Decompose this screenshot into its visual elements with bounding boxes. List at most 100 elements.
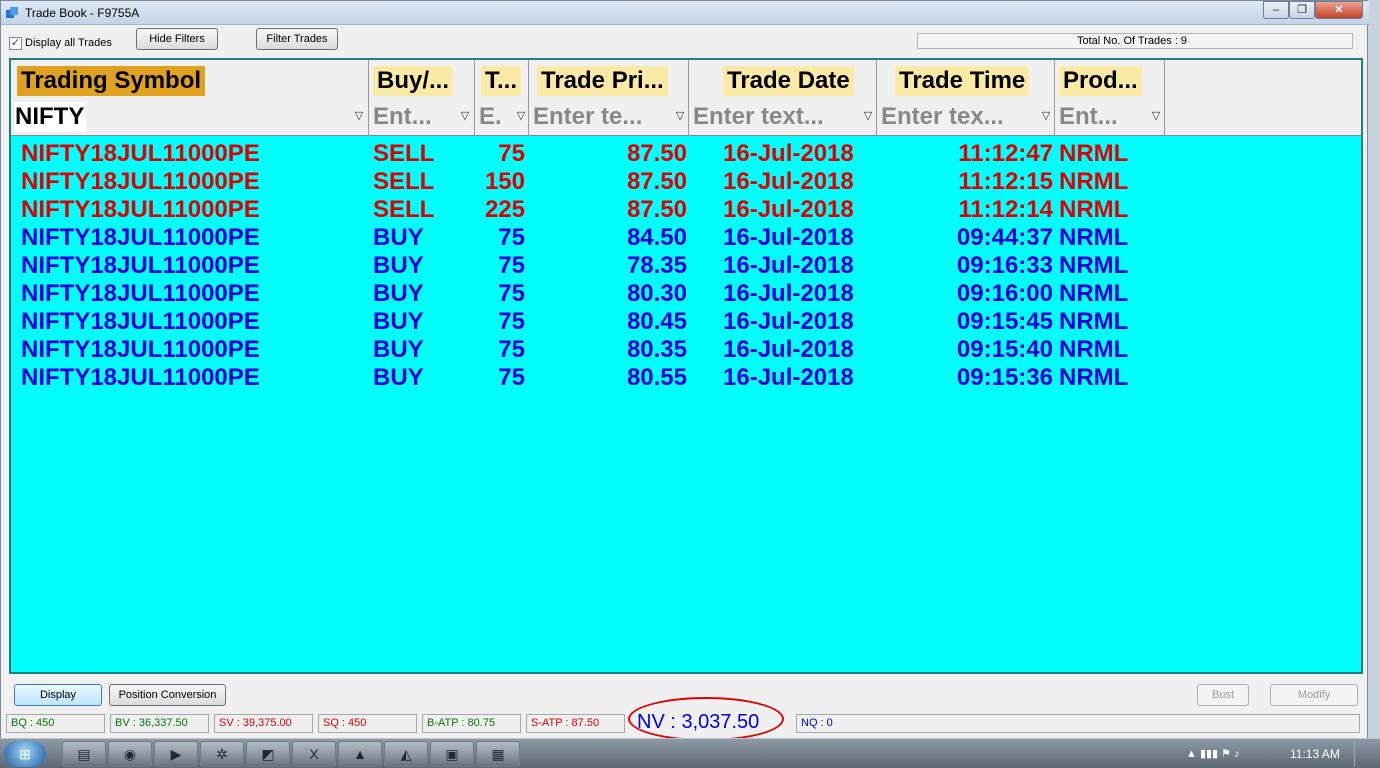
cell-symbol: NIFTY18JUL11000PE — [21, 196, 260, 223]
cell-price: 78.35 — [626, 252, 687, 279]
taskbar: ⊞ ▤ ◉ ▶ ✲ ◩ X ▲ ◭ ▣ ▦ ▲ ▮▮▮ ⚑ ♪ 11:13 AM — [0, 738, 1380, 768]
status-buy-qty: BQ : 450 — [6, 714, 105, 733]
filter-cell-date[interactable]: Enter text... ▽ — [689, 98, 877, 136]
filter-row: NIFTY ▽ Ent... ▽ E. ▽ Enter te... ▽ Ente… — [11, 98, 1361, 136]
cell-price: 87.50 — [626, 168, 687, 195]
cell-symbol: NIFTY18JUL11000PE — [21, 224, 260, 251]
cell-side: SELL — [373, 196, 435, 223]
cell-side: BUY — [373, 308, 424, 335]
position-conversion-button[interactable]: Position Conversion — [109, 684, 226, 706]
column-title-time: Trade Time — [895, 66, 1030, 96]
filter-input-time[interactable]: Enter tex... — [881, 102, 1004, 132]
filter-input-qty[interactable]: E. — [479, 102, 502, 132]
taskbar-app-8-icon[interactable]: ◭ — [384, 741, 428, 767]
window-title: Trade Book - F9755A — [25, 6, 140, 20]
filter-input-price[interactable]: Enter te... — [533, 102, 642, 132]
filter-funnel-icon[interactable]: ▽ — [459, 109, 471, 123]
column-header-price[interactable]: Trade Pri... — [529, 60, 689, 98]
filter-input-product[interactable]: Ent... — [1059, 102, 1118, 132]
filter-input-symbol[interactable]: NIFTY — [15, 102, 87, 132]
trades-grid: Trading Symbol Buy/... T... Trade Pri...… — [9, 58, 1363, 674]
filter-cell-price[interactable]: Enter te... ▽ — [529, 98, 689, 136]
column-header-time[interactable]: Trade Time — [877, 60, 1055, 98]
taskbar-app-9-icon[interactable]: ▣ — [430, 741, 474, 767]
filter-cell-product[interactable]: Ent... ▽ — [1055, 98, 1165, 136]
status-sell-value: SV : 39,375.00 — [214, 714, 313, 733]
trade-row[interactable]: NIFTY18JUL11000PE BUY 75 78.35 16-Jul-2018 09… — [11, 252, 1361, 280]
cell-product: NRML — [1059, 308, 1129, 335]
cell-product: NRML — [1059, 280, 1129, 307]
system-tray[interactable]: ▲ ▮▮▮ ⚑ ♪ — [1186, 747, 1240, 760]
trade-row[interactable]: NIFTY18JUL11000PE BUY 75 80.30 16-Jul-2018 09… — [11, 280, 1361, 308]
maximize-button[interactable]: ❐ — [1289, 1, 1315, 19]
trade-row[interactable]: NIFTY18JUL11000PE BUY 75 84.50 16-Jul-2018 09… — [11, 224, 1361, 252]
cell-time: 09:16:00 — [956, 280, 1053, 307]
taskbar-app-7-icon[interactable]: ▲ — [338, 741, 382, 767]
cell-symbol: NIFTY18JUL11000PE — [21, 308, 260, 335]
bust-button[interactable]: Bust — [1197, 684, 1249, 706]
filter-cell-side[interactable]: Ent... ▽ — [369, 98, 475, 136]
close-button[interactable]: ✕ — [1315, 1, 1363, 19]
taskbar-media-player-icon[interactable]: ▶ — [154, 741, 198, 767]
status-sell-qty: SQ : 450 — [318, 714, 417, 733]
cell-product: NRML — [1059, 140, 1129, 167]
column-header-product[interactable]: Prod... — [1055, 60, 1165, 98]
trade-row[interactable]: NIFTY18JUL11000PE SELL 150 87.50 16-Jul-2018… — [11, 168, 1361, 196]
trade-row[interactable]: NIFTY18JUL11000PE BUY 75 80.35 16-Jul-2018 09… — [11, 336, 1361, 364]
cell-symbol: NIFTY18JUL11000PE — [21, 252, 260, 279]
column-header-symbol[interactable]: Trading Symbol — [11, 60, 369, 98]
taskbar-app-5-icon[interactable]: ◩ — [246, 741, 290, 767]
show-desktop-button[interactable] — [1354, 741, 1368, 767]
filter-trades-button[interactable]: Filter Trades — [256, 28, 338, 50]
filter-cell-time[interactable]: Enter tex... ▽ — [877, 98, 1055, 136]
taskbar-excel-icon[interactable]: X — [292, 741, 336, 767]
clock[interactable]: 11:13 AM — [1290, 747, 1340, 761]
taskbar-chrome-icon[interactable]: ◉ — [108, 741, 152, 767]
trade-row[interactable]: NIFTY18JUL11000PE SELL 75 87.50 16-Jul-2018 1… — [11, 140, 1361, 168]
filter-funnel-icon[interactable]: ▽ — [862, 109, 874, 123]
display-all-label[interactable]: Display all Trades — [25, 37, 112, 49]
column-header-qty[interactable]: T... — [475, 60, 529, 98]
column-header-date[interactable]: Trade Date — [689, 60, 877, 98]
taskbar-explorer-icon[interactable]: ▤ — [62, 741, 106, 767]
filter-input-date[interactable]: Enter text... — [693, 102, 824, 132]
start-button[interactable]: ⊞ — [4, 741, 46, 767]
cell-price: 87.50 — [626, 140, 687, 167]
taskbar-calculator-icon[interactable]: ▦ — [476, 741, 520, 767]
trade-row[interactable]: NIFTY18JUL11000PE BUY 75 80.55 16-Jul-2018 09… — [11, 364, 1361, 392]
filter-funnel-icon[interactable]: ▽ — [1150, 109, 1162, 123]
column-title-side: Buy/... — [373, 66, 454, 96]
cell-product: NRML — [1059, 168, 1129, 195]
cell-price: 87.50 — [626, 196, 687, 223]
cell-side: BUY — [373, 224, 424, 251]
column-header-side[interactable]: Buy/... — [369, 60, 475, 98]
cell-date: 16-Jul-2018 — [723, 224, 854, 251]
cell-qty: 75 — [498, 252, 525, 279]
cell-side: SELL — [373, 140, 435, 167]
display-all-checkbox[interactable]: ✓ — [9, 37, 22, 50]
filter-funnel-icon[interactable]: ▽ — [515, 109, 527, 123]
cell-date: 16-Jul-2018 — [723, 308, 854, 335]
cell-qty: 75 — [498, 140, 525, 167]
trade-row[interactable]: NIFTY18JUL11000PE BUY 75 80.45 16-Jul-2018 09… — [11, 308, 1361, 336]
puzzle-app-icon — [6, 7, 18, 18]
filter-input-side[interactable]: Ent... — [373, 102, 432, 132]
cell-date: 16-Jul-2018 — [723, 280, 854, 307]
filter-funnel-icon[interactable]: ▽ — [674, 109, 686, 123]
taskbar-app-4-icon[interactable]: ✲ — [200, 741, 244, 767]
cell-symbol: NIFTY18JUL11000PE — [21, 364, 260, 391]
cell-price: 84.50 — [626, 224, 687, 251]
total-trades-label: Total No. Of Trades : 9 — [1077, 35, 1188, 47]
hide-filters-button[interactable]: Hide Filters — [136, 28, 218, 50]
title-bar[interactable]: Trade Book - F9755A ‒ ❐ ✕ — [1, 1, 1369, 25]
modify-button[interactable]: Modify — [1270, 684, 1358, 706]
column-title-product: Prod... — [1059, 66, 1142, 96]
filter-funnel-icon[interactable]: ▽ — [1040, 109, 1052, 123]
display-button[interactable]: Display — [14, 684, 102, 706]
trade-row[interactable]: NIFTY18JUL11000PE SELL 225 87.50 16-Jul-2018… — [11, 196, 1361, 224]
minimize-button[interactable]: ‒ — [1263, 1, 1289, 19]
filter-cell-qty[interactable]: E. ▽ — [475, 98, 529, 136]
cell-symbol: NIFTY18JUL11000PE — [21, 280, 260, 307]
filter-funnel-icon[interactable]: ▽ — [353, 109, 365, 123]
filter-cell-symbol[interactable]: NIFTY ▽ — [11, 98, 369, 136]
